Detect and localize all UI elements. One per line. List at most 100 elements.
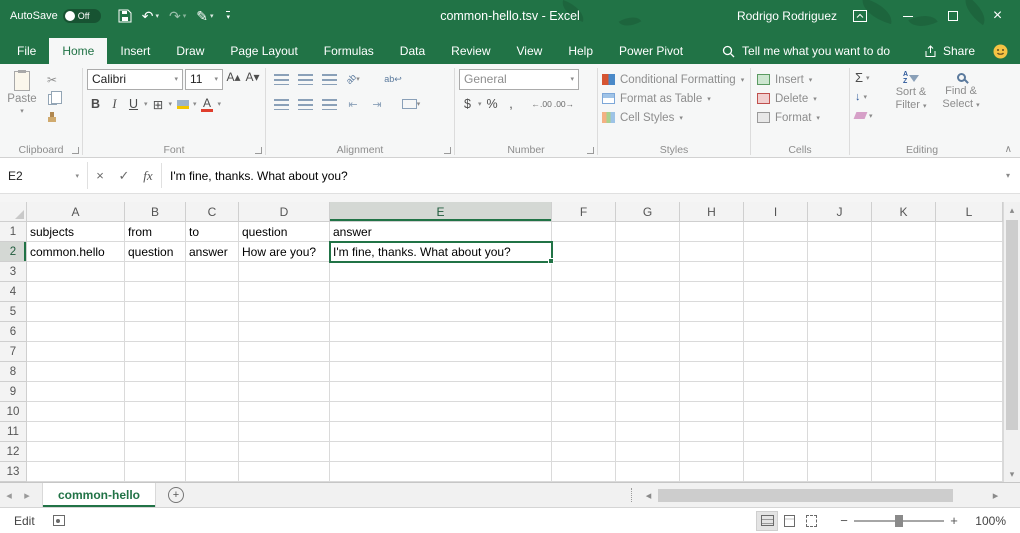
cell-k10[interactable] (872, 402, 936, 422)
minimize-button[interactable] (885, 0, 930, 32)
decrease-indent-icon[interactable]: ⇤ (342, 95, 364, 114)
cell-e2[interactable]: I'm fine, thanks. What about you? (330, 242, 552, 262)
row-header-12[interactable]: 12 (0, 442, 27, 462)
cell-c6[interactable] (186, 322, 239, 342)
cell-g13[interactable] (616, 462, 680, 482)
cell-k13[interactable] (872, 462, 936, 482)
cell-g5[interactable] (616, 302, 680, 322)
tab-scrollbar-splitter[interactable] (631, 488, 636, 502)
cell-j13[interactable] (808, 462, 872, 482)
sheet-nav-left-icon[interactable]: ◂ (0, 483, 18, 507)
cell-l11[interactable] (936, 422, 1003, 442)
merge-center-icon[interactable]: ▾ (400, 95, 422, 114)
row-header-5[interactable]: 5 (0, 302, 27, 322)
cell-j7[interactable] (808, 342, 872, 362)
view-page-break-button[interactable] (800, 511, 822, 531)
cell-d8[interactable] (239, 362, 330, 382)
column-header-i[interactable]: I (744, 202, 808, 222)
cell-e10[interactable] (330, 402, 552, 422)
cell-a8[interactable] (27, 362, 125, 382)
cell-j9[interactable] (808, 382, 872, 402)
cell-c13[interactable] (186, 462, 239, 482)
decrease-font-size-icon[interactable]: A▾ (244, 70, 261, 89)
column-header-h[interactable]: H (680, 202, 744, 222)
tab-home[interactable]: Home (49, 38, 107, 64)
cell-d4[interactable] (239, 282, 330, 302)
zoom-in-icon[interactable]: + (946, 513, 962, 528)
cell-d1[interactable]: question (239, 222, 330, 242)
autosave-toggle[interactable]: AutoSave Off (10, 9, 101, 23)
column-header-a[interactable]: A (27, 202, 125, 222)
row-header-11[interactable]: 11 (0, 422, 27, 442)
cell-k6[interactable] (872, 322, 936, 342)
share-button[interactable]: Share (924, 44, 975, 58)
cell-h8[interactable] (680, 362, 744, 382)
cell-e1[interactable]: answer (330, 222, 552, 242)
redo-button[interactable]: ↷▾ (164, 9, 191, 23)
autosum-button[interactable]: Σ▾ (852, 68, 886, 87)
align-center-icon[interactable] (294, 95, 316, 114)
cell-c8[interactable] (186, 362, 239, 382)
expand-formula-bar-icon[interactable]: ▾ (998, 162, 1018, 189)
cell-k4[interactable] (872, 282, 936, 302)
cell-c1[interactable]: to (186, 222, 239, 242)
cell-i1[interactable] (744, 222, 808, 242)
cell-d11[interactable] (239, 422, 330, 442)
tab-help[interactable]: Help (555, 38, 606, 64)
align-left-icon[interactable] (270, 95, 292, 114)
maximize-button[interactable] (930, 0, 975, 32)
cell-e7[interactable] (330, 342, 552, 362)
cell-b13[interactable] (125, 462, 186, 482)
comma-style-icon[interactable]: , (503, 95, 520, 114)
cell-d7[interactable] (239, 342, 330, 362)
cell-f7[interactable] (552, 342, 616, 362)
cell-a7[interactable] (27, 342, 125, 362)
cell-l10[interactable] (936, 402, 1003, 422)
cell-a2[interactable]: common.hello (27, 242, 125, 262)
zoom-slider-thumb[interactable] (895, 515, 903, 527)
zoom-level[interactable]: 100% (972, 514, 1006, 528)
cell-j10[interactable] (808, 402, 872, 422)
cell-c7[interactable] (186, 342, 239, 362)
horizontal-scrollbar[interactable] (657, 483, 987, 507)
cell-e8[interactable] (330, 362, 552, 382)
row-header-7[interactable]: 7 (0, 342, 27, 362)
column-header-j[interactable]: J (808, 202, 872, 222)
cell-d2[interactable]: How are you? (239, 242, 330, 262)
tab-view[interactable]: View (504, 38, 556, 64)
close-button[interactable]: × (975, 0, 1020, 32)
fill-handle[interactable] (548, 258, 554, 264)
cell-f12[interactable] (552, 442, 616, 462)
cell-b1[interactable]: from (125, 222, 186, 242)
cell-j1[interactable] (808, 222, 872, 242)
format-as-table-button[interactable]: Format as Table▾ (600, 89, 748, 108)
cell-l5[interactable] (936, 302, 1003, 322)
underline-button[interactable]: U (125, 95, 142, 114)
cell-j2[interactable] (808, 242, 872, 262)
italic-button[interactable]: I (106, 95, 123, 114)
cell-h9[interactable] (680, 382, 744, 402)
accounting-format-icon[interactable]: $ (459, 95, 476, 114)
cell-a13[interactable] (27, 462, 125, 482)
cell-c3[interactable] (186, 262, 239, 282)
cell-d12[interactable] (239, 442, 330, 462)
cell-a9[interactable] (27, 382, 125, 402)
wrap-text-icon[interactable]: ab↩ (382, 70, 404, 89)
vertical-scrollbar-thumb[interactable] (1006, 220, 1018, 430)
add-sheet-icon[interactable]: + (168, 487, 184, 503)
cell-i6[interactable] (744, 322, 808, 342)
insert-cells-button[interactable]: Insert▾ (753, 70, 847, 89)
cell-h1[interactable] (680, 222, 744, 242)
column-header-e[interactable]: E (330, 202, 552, 222)
cell-a12[interactable] (27, 442, 125, 462)
cell-e5[interactable] (330, 302, 552, 322)
cell-b11[interactable] (125, 422, 186, 442)
cell-j12[interactable] (808, 442, 872, 462)
cell-l13[interactable] (936, 462, 1003, 482)
fill-button[interactable]: ↓▾ (852, 87, 886, 106)
view-page-layout-button[interactable] (778, 511, 800, 531)
cell-b9[interactable] (125, 382, 186, 402)
scroll-down-icon[interactable]: ▾ (1004, 466, 1020, 482)
cell-g4[interactable] (616, 282, 680, 302)
cell-i2[interactable] (744, 242, 808, 262)
